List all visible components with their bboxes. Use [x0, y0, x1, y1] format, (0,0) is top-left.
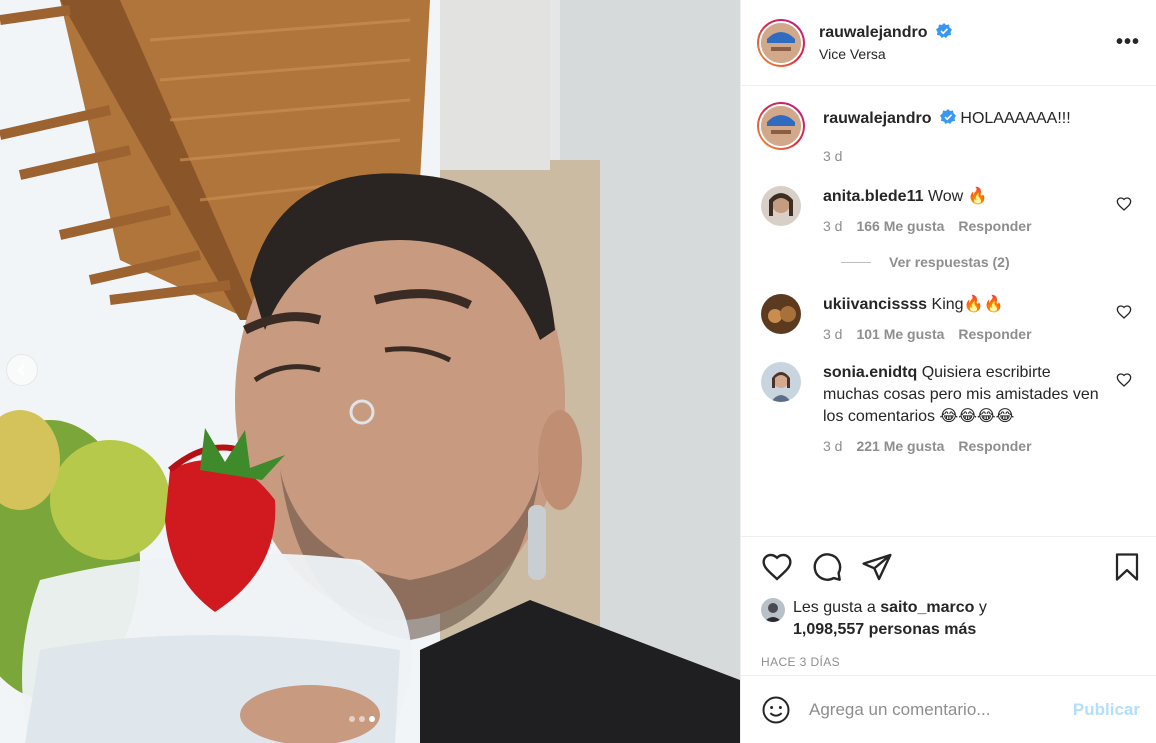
heart-icon[interactable] — [1116, 304, 1132, 320]
comment-username[interactable]: sonia.enidtq — [823, 364, 917, 381]
avatar-image — [761, 598, 785, 622]
reply-button[interactable]: Responder — [958, 438, 1031, 454]
avatar[interactable] — [761, 362, 801, 402]
heart-icon[interactable] — [1116, 372, 1132, 388]
comment-age[interactable]: 3 d — [823, 218, 842, 234]
photo-image — [0, 0, 740, 743]
likes-connector: y — [978, 599, 987, 616]
heart-icon[interactable] — [1116, 196, 1132, 212]
replies-divider — [841, 261, 871, 263]
verified-badge-icon — [939, 109, 956, 124]
comment-icon[interactable] — [811, 551, 843, 583]
carousel-dot — [359, 716, 365, 722]
likes-count[interactable]: 1,098,557 personas más — [793, 621, 976, 638]
verified-badge-icon — [935, 23, 952, 38]
avatar[interactable] — [761, 186, 801, 226]
avatar-image — [761, 294, 801, 334]
avatar[interactable] — [757, 102, 805, 150]
avatar-image — [761, 186, 801, 226]
avatar-image — [761, 362, 801, 402]
post-timestamp[interactable]: HACE 3 DÍAS — [761, 655, 1142, 669]
more-options-icon[interactable]: ••• — [1116, 31, 1140, 54]
carousel-dot — [349, 716, 355, 722]
view-replies-button[interactable]: Ver respuestas (2) — [841, 254, 1140, 270]
comment-username[interactable]: anita.blede11 — [823, 188, 924, 205]
carousel-prev-button[interactable] — [6, 354, 38, 386]
comment-likes[interactable]: 166 Me gusta — [856, 218, 944, 234]
bookmark-icon[interactable] — [1112, 551, 1142, 583]
comment-likes[interactable]: 221 Me gusta — [856, 438, 944, 454]
caption-username[interactable]: rauwalejandro — [823, 110, 931, 127]
caption-age[interactable]: 3 d — [823, 148, 842, 164]
heart-icon[interactable] — [761, 551, 793, 583]
avatar[interactable] — [761, 598, 785, 622]
comment-input[interactable] — [809, 699, 1073, 720]
reply-button[interactable]: Responder — [958, 218, 1031, 234]
post-modal: rauwalejandro Vice Versa ••• rauwalejand… — [0, 0, 1156, 743]
comment-item: sonia.enidtq Quisiera escribirte muchas … — [757, 362, 1140, 454]
post-actions: Les gusta a saito_marco y 1,098,557 pers… — [741, 536, 1156, 669]
post-caption: rauwalejandro HOLAAAAAA!!! 3 d — [757, 102, 1140, 164]
view-replies-label[interactable]: Ver respuestas (2) — [889, 254, 1010, 270]
comment-username[interactable]: ukiivancissss — [823, 296, 927, 313]
post-header: rauwalejandro Vice Versa ••• — [741, 0, 1156, 86]
publish-button[interactable]: Publicar — [1073, 700, 1140, 720]
post-photo[interactable] — [0, 0, 740, 743]
likes-summary: Les gusta a saito_marco y 1,098,557 pers… — [761, 597, 1142, 641]
carousel-dots — [349, 716, 375, 722]
comment-likes[interactable]: 101 Me gusta — [856, 326, 944, 342]
comment-text: King🔥🔥 — [931, 296, 1004, 313]
reply-button[interactable]: Responder — [958, 326, 1031, 342]
avatar-image — [761, 22, 801, 63]
comment-text: Wow 🔥 — [927, 188, 988, 205]
avatar[interactable] — [757, 18, 805, 67]
comment-age[interactable]: 3 d — [823, 438, 842, 454]
avatar[interactable] — [761, 294, 801, 334]
post-location[interactable]: Vice Versa — [819, 46, 1116, 62]
chevron-left-icon — [17, 364, 25, 376]
likes-user[interactable]: saito_marco — [880, 599, 974, 616]
comments-list: rauwalejandro HOLAAAAAA!!! 3 d anita.ble… — [741, 86, 1156, 534]
likes-prefix: Les gusta a — [793, 599, 876, 616]
caption-text: HOLAAAAAA!!! — [960, 110, 1071, 127]
comment-item: anita.blede11 Wow 🔥 3 d 166 Me gusta Res… — [757, 186, 1140, 234]
add-comment-bar: Publicar — [741, 675, 1156, 743]
post-sidebar: rauwalejandro Vice Versa ••• rauwalejand… — [740, 0, 1156, 743]
share-icon[interactable] — [861, 551, 893, 583]
carousel-dot-active — [369, 716, 375, 722]
comment-age[interactable]: 3 d — [823, 326, 842, 342]
comment-item: ukiivancissss King🔥🔥 3 d 101 Me gusta Re… — [757, 294, 1140, 342]
avatar-image — [761, 106, 801, 146]
post-author-username[interactable]: rauwalejandro — [819, 24, 927, 41]
emoji-icon[interactable] — [761, 695, 791, 725]
